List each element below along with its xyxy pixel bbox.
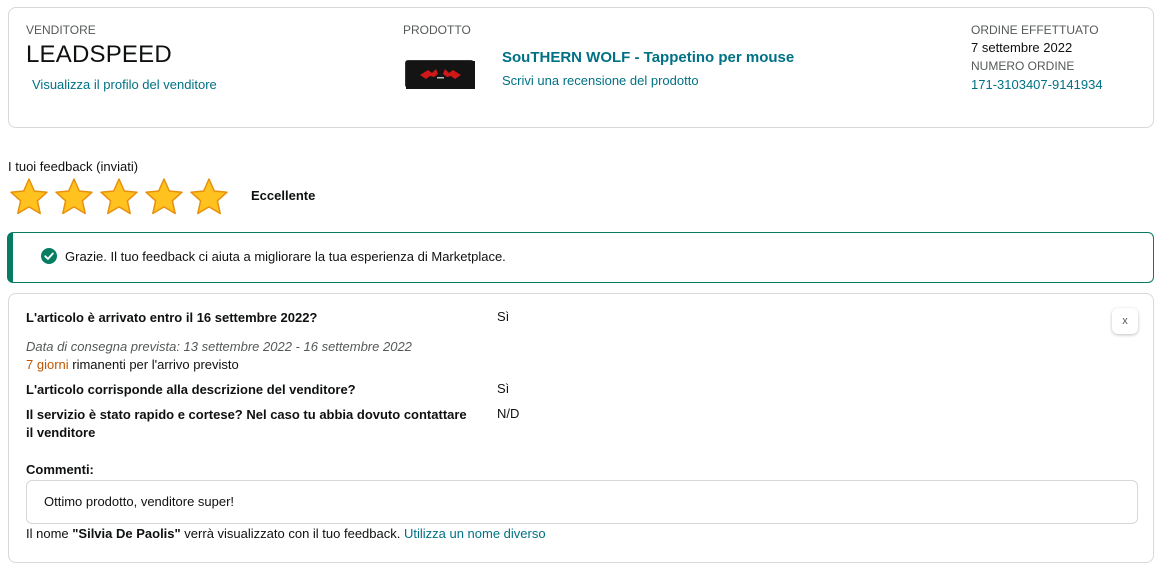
order-number-label: NUMERO ORDINE: [971, 59, 1075, 73]
star-4-icon[interactable]: [144, 177, 184, 217]
product-title-link[interactable]: SouTHERN WOLF - Tappetino per mouse: [502, 49, 794, 66]
order-date-label: ORDINE EFFETTUATO: [971, 23, 1099, 37]
use-different-name-link[interactable]: Utilizza un nome diverso: [404, 526, 546, 541]
order-date: 7 settembre 2022: [971, 40, 1073, 55]
question-on-time: L'articolo è arrivato entro il 16 settem…: [26, 310, 318, 325]
feedback-title: I tuoi feedback (inviati): [8, 159, 139, 174]
answer-as-described: Sì: [497, 381, 510, 396]
name-prefix: Il nome: [26, 526, 73, 541]
seller-label: VENDITORE: [26, 23, 96, 37]
comments-label: Commenti:: [26, 462, 94, 477]
check-circle-icon: [41, 248, 57, 264]
answer-service: N/D: [497, 406, 520, 421]
rating-label: Eccellente: [251, 188, 316, 203]
answer-on-time: Sì: [497, 309, 510, 324]
display-name-line: Il nome "Silvia De Paolis" verrà visuali…: [26, 526, 546, 541]
order-number-link[interactable]: 171-3103407-9141934: [971, 77, 1103, 92]
order-info-card: VENDITORE LEADSPEED Visualizza il profil…: [8, 7, 1154, 128]
alert-message: Grazie. Il tuo feedback ci aiuta a migli…: [65, 249, 506, 264]
delivery-range: Data di consegna prevista: 13 settembre …: [26, 339, 412, 354]
display-name: "Silvia De Paolis": [72, 526, 181, 541]
mousepad-image-icon: [406, 61, 475, 89]
star-rating[interactable]: [9, 177, 229, 217]
remaining-days-text: 7 giorni rimanenti per l'arrivo previsto: [26, 357, 239, 372]
seller-profile-link[interactable]: Visualizza il profilo del venditore: [32, 77, 217, 92]
remaining-suffix: rimanenti per l'arrivo previsto: [68, 357, 239, 372]
close-button[interactable]: x: [1112, 308, 1138, 334]
star-5-icon[interactable]: [189, 177, 229, 217]
question-service: Il servizio è stato rapido e cortese? Ne…: [26, 407, 467, 440]
comment-text: Ottimo prodotto, venditore super!: [26, 480, 1138, 524]
name-suffix: verrà visualizzato con il tuo feedback.: [180, 526, 404, 541]
seller-name: LEADSPEED: [26, 41, 172, 68]
success-alert: Grazie. Il tuo feedback ci aiuta a migli…: [7, 232, 1154, 283]
remaining-days: 7 giorni: [26, 357, 69, 372]
write-review-link[interactable]: Scrivi una recensione del prodotto: [502, 73, 699, 88]
star-3-icon[interactable]: [99, 177, 139, 217]
star-2-icon[interactable]: [54, 177, 94, 217]
product-thumbnail[interactable]: [405, 60, 475, 89]
question-as-described: L'articolo corrisponde alla descrizione …: [26, 382, 356, 397]
product-label: PRODOTTO: [403, 23, 471, 37]
star-1-icon[interactable]: [9, 177, 49, 217]
feedback-details-card: L'articolo è arrivato entro il 16 settem…: [8, 293, 1154, 563]
